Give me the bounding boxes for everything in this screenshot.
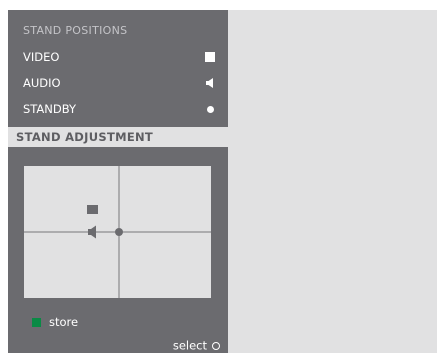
dot-icon: [204, 103, 216, 115]
green-button-icon: [32, 318, 41, 327]
menu-item-standby[interactable]: STANDBY: [8, 97, 228, 121]
menu-item-audio[interactable]: AUDIO: [8, 71, 228, 95]
audio-position-marker: [88, 225, 96, 239]
stand-adjustment-label: STAND ADJUSTMENT: [16, 130, 154, 144]
menu-item-label: VIDEO: [23, 50, 60, 64]
tv-menu-frame: STAND POSITIONS VIDEO AUDIO STANDBY STAN…: [8, 10, 437, 353]
stand-position-grid[interactable]: [24, 166, 211, 298]
video-position-marker: [87, 205, 98, 214]
standby-position-marker: [115, 228, 123, 236]
select-label: select: [172, 338, 207, 353]
menu-item-label: AUDIO: [23, 76, 61, 90]
stand-adjustment-item[interactable]: STAND ADJUSTMENT: [8, 127, 228, 147]
store-label: store: [49, 315, 79, 329]
center-button-icon: [212, 341, 220, 350]
speaker-icon: [204, 77, 216, 89]
square-icon: [204, 51, 216, 63]
menu-item-label: STANDBY: [23, 102, 77, 116]
select-button[interactable]: select: [173, 335, 220, 354]
section-title: STAND POSITIONS: [23, 24, 128, 37]
menu-item-video[interactable]: VIDEO: [8, 45, 228, 69]
stand-menu-panel: STAND POSITIONS VIDEO AUDIO STANDBY STAN…: [8, 10, 228, 353]
